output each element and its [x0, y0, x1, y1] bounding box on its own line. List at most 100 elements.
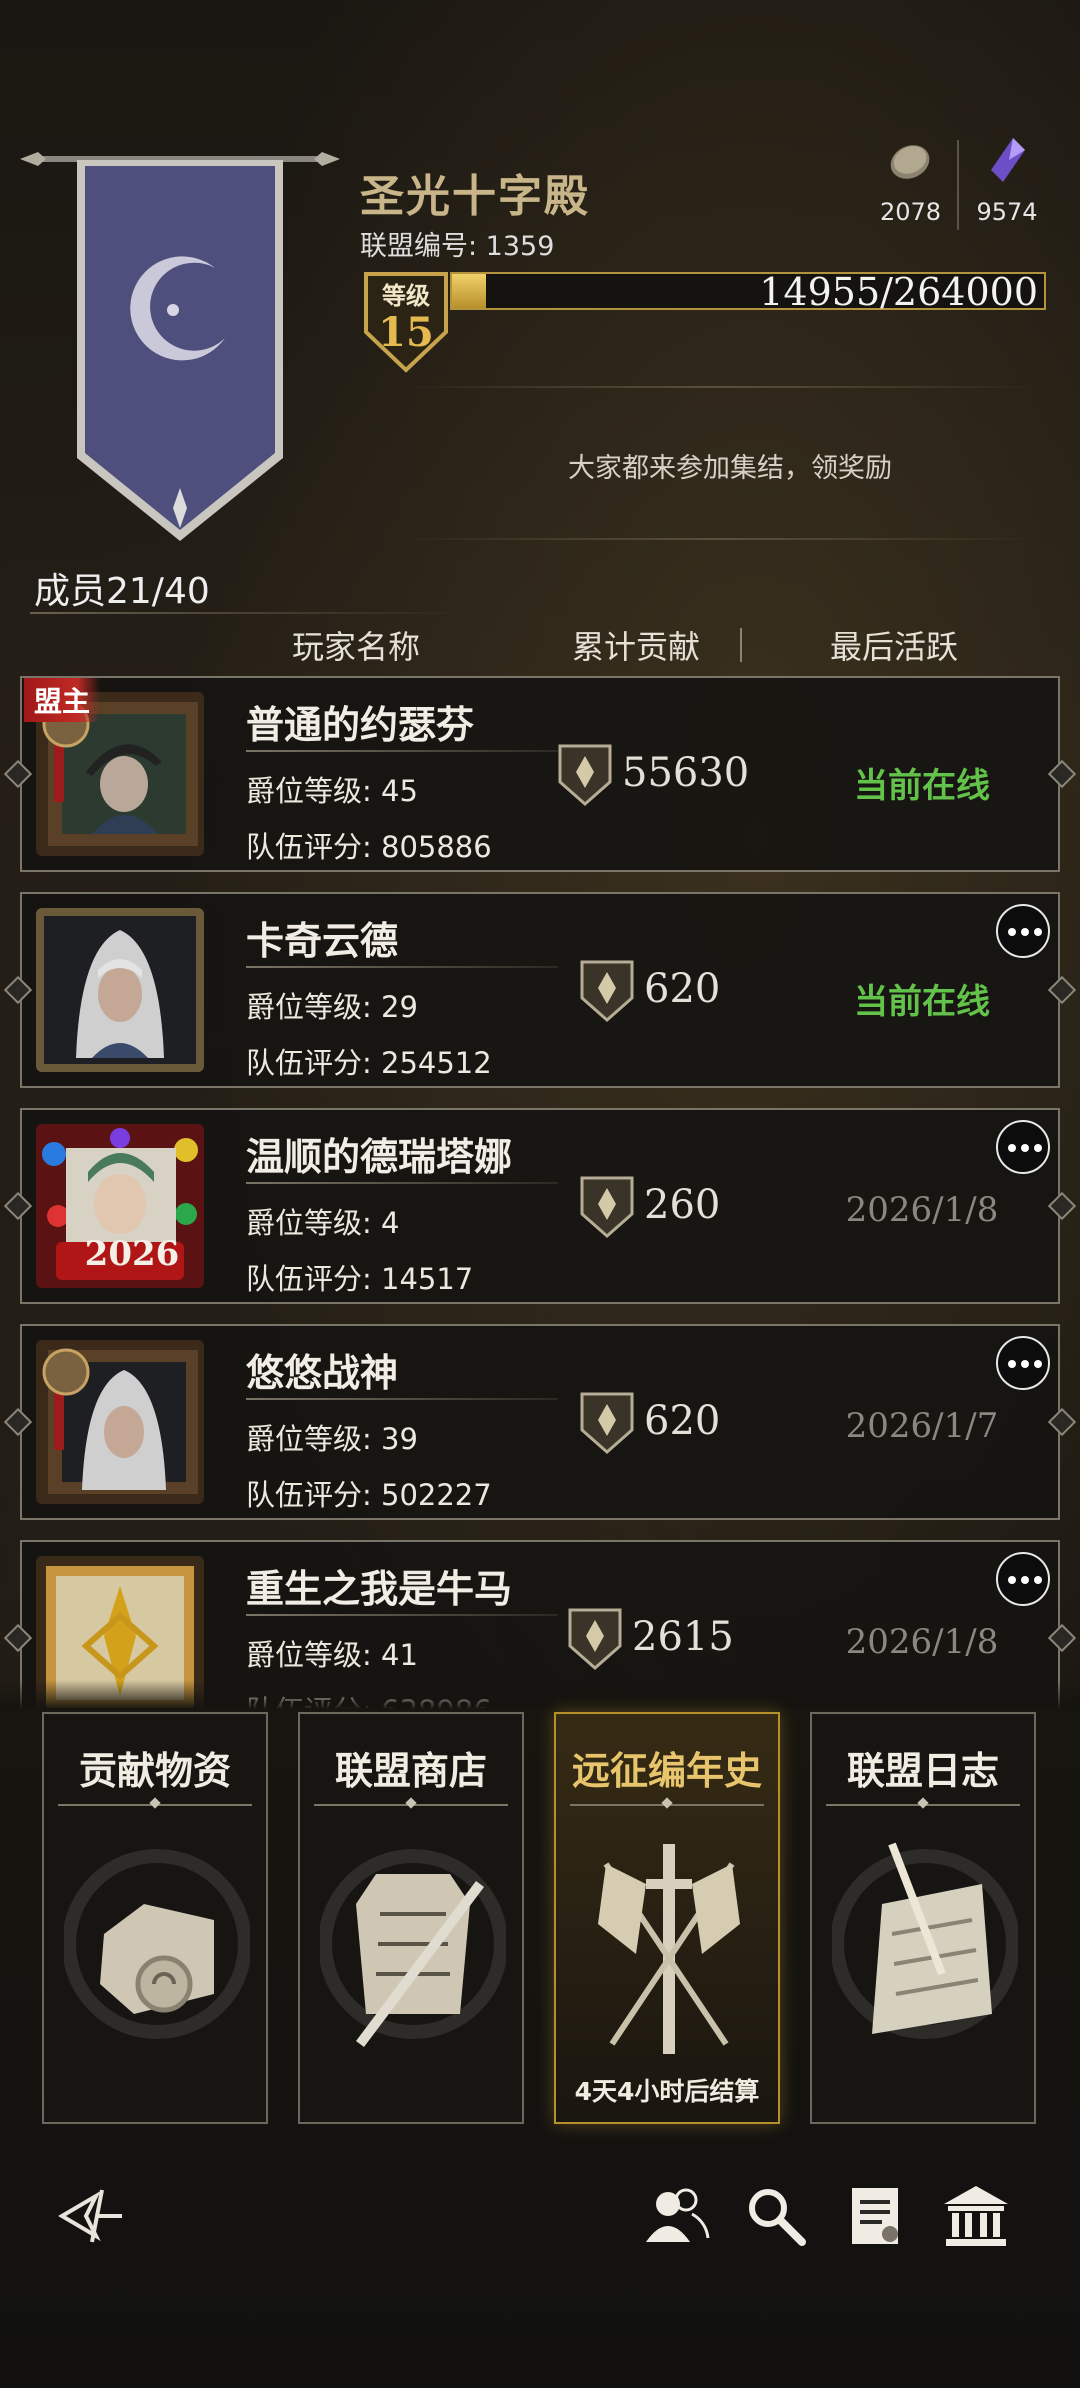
member-row[interactable]: 卡奇云德 爵位等级: 29 队伍评分: 254512 620 当前在线 [3, 892, 1077, 1088]
rank-value: 45 [381, 774, 418, 808]
card-divider [314, 1804, 508, 1806]
member-avatar[interactable] [36, 1340, 204, 1504]
member-row[interactable]: 盟主 普通的约瑟芬 爵位等级: 45 队伍评分: 805886 55630 当前… [3, 676, 1077, 872]
resource-divider [957, 140, 959, 230]
member-contribution: 620 [644, 1398, 721, 1444]
alliance-banner-emblem[interactable] [75, 158, 285, 543]
more-options-button[interactable] [996, 904, 1050, 958]
scroll-quill-icon [832, 1842, 1018, 2039]
card-divider [58, 1804, 252, 1806]
contribution-icon [568, 1608, 622, 1670]
more-options-button[interactable] [996, 1552, 1050, 1606]
rank-label: 爵位等级: [246, 990, 381, 1024]
alliance-notice[interactable]: 大家都来参加集结，领奖励 [430, 446, 1030, 485]
armor-shop-icon [320, 1849, 506, 2047]
member-count-divider [30, 612, 470, 614]
member-rank: 爵位等级: 41 [246, 1632, 418, 1674]
level-label: 等级 [382, 282, 430, 310]
level-badge: 等级 15 [364, 272, 448, 373]
alliance-xp-bar: 14955/264000 [450, 270, 1046, 314]
notice-board-icon[interactable] [840, 2180, 912, 2252]
coin-count: 2078 [880, 198, 942, 226]
contribution-icon [558, 744, 612, 806]
member-score: 队伍评分: 805886 [246, 824, 492, 866]
level-number: 15 [378, 309, 434, 356]
card-alliance-log[interactable]: 联盟日志 [810, 1712, 1036, 2124]
member-count: 成员21/40 [34, 571, 210, 612]
header-last-active[interactable]: 最后活跃 [830, 622, 958, 668]
alliance-hall-icon[interactable] [940, 2180, 1012, 2252]
card-divider [826, 1804, 1020, 1806]
score-value: 14517 [381, 1262, 474, 1296]
member-rank: 爵位等级: 29 [246, 984, 418, 1026]
resource-crystal[interactable]: 9574 [972, 136, 1042, 226]
expedition-timer: 4天4小时后结算 [574, 2077, 760, 2106]
rank-label: 爵位等级: [246, 1206, 381, 1240]
member-rank: 爵位等级: 45 [246, 768, 418, 810]
rank-value: 39 [381, 1422, 418, 1456]
rank-label: 爵位等级: [246, 774, 381, 808]
alliance-name: 圣光十字殿 [360, 171, 590, 222]
member-rank: 爵位等级: 4 [246, 1200, 399, 1242]
list-fade [0, 1680, 1080, 1710]
score-label: 队伍评分: [246, 830, 381, 864]
card-title: 远征编年史 [571, 1749, 762, 1793]
member-contribution: 260 [644, 1182, 721, 1228]
member-row[interactable]: 2026 温顺的德瑞塔娜 爵位等级: 4 队伍评分: 14517 260 202… [3, 1108, 1077, 1304]
search-icon[interactable] [740, 2180, 812, 2252]
member-name: 普通的约瑟芬 [246, 703, 475, 747]
member-avatar[interactable] [36, 908, 204, 1072]
member-name: 重生之我是牛马 [246, 1567, 513, 1611]
card-title: 贡献物资 [78, 1749, 231, 1793]
member-contribution: 2615 [632, 1614, 734, 1660]
card-title: 联盟商店 [334, 1749, 487, 1793]
back-icon[interactable] [56, 2180, 128, 2252]
rank-label: 爵位等级: [246, 1422, 381, 1456]
member-status: 当前在线 [854, 982, 990, 1022]
crystal-count: 9574 [976, 198, 1038, 226]
member-status: 2026/1/8 [845, 1190, 999, 1230]
crossed-banners-icon [598, 1844, 740, 2054]
crystal-icon [991, 138, 1025, 182]
header-divider [740, 628, 742, 662]
member-status: 2026/1/8 [845, 1622, 999, 1662]
card-expedition-chronicle[interactable]: 远征编年史 4天4小时后结算 [554, 1712, 780, 2124]
xp-fill [452, 274, 486, 308]
contribution-icon [580, 1176, 634, 1238]
member-row[interactable]: 悠悠战神 爵位等级: 39 队伍评分: 502227 620 2026/1/7 [3, 1324, 1077, 1520]
name-underline [246, 1614, 558, 1616]
name-underline [246, 1398, 558, 1400]
card-alliance-shop[interactable]: 联盟商店 [298, 1712, 524, 2124]
rank-value: 4 [381, 1206, 400, 1240]
member-status: 2026/1/7 [845, 1406, 999, 1446]
rank-value: 29 [381, 990, 418, 1024]
header-contribution[interactable]: 累计贡献 [572, 622, 700, 668]
header-player-name: 玩家名称 [292, 628, 421, 666]
name-underline [246, 750, 558, 752]
resource-coin[interactable]: 2078 [880, 136, 942, 226]
name-underline [246, 1182, 558, 1184]
member-contribution: 55630 [622, 750, 750, 796]
contribution-icon [580, 960, 634, 1022]
member-score: 队伍评分: 254512 [246, 1040, 492, 1082]
member-score: 队伍评分: 14517 [246, 1256, 473, 1298]
contribution-icon [580, 1392, 634, 1454]
member-contribution: 620 [644, 966, 721, 1012]
more-options-button[interactable] [996, 1336, 1050, 1390]
member-name: 悠悠战神 [246, 1351, 399, 1395]
member-score: 队伍评分: 502227 [246, 1472, 492, 1514]
members-icon[interactable] [640, 2180, 712, 2252]
card-divider [570, 1804, 764, 1806]
score-label: 队伍评分: [246, 1262, 381, 1296]
notice-divider-top [400, 386, 1040, 388]
card-contribute-supplies[interactable]: 贡献物资 [42, 1712, 268, 2124]
rank-value: 41 [381, 1638, 418, 1672]
member-rank: 爵位等级: 39 [246, 1416, 418, 1458]
xp-text: 14955/264000 [759, 270, 1038, 314]
avatar-badge-year: 2026 [84, 1234, 180, 1274]
leader-tag: 盟主 [24, 678, 101, 722]
coin-icon [890, 145, 930, 179]
member-name: 卡奇云德 [246, 919, 399, 963]
score-value: 805886 [381, 830, 492, 864]
more-options-button[interactable] [996, 1120, 1050, 1174]
